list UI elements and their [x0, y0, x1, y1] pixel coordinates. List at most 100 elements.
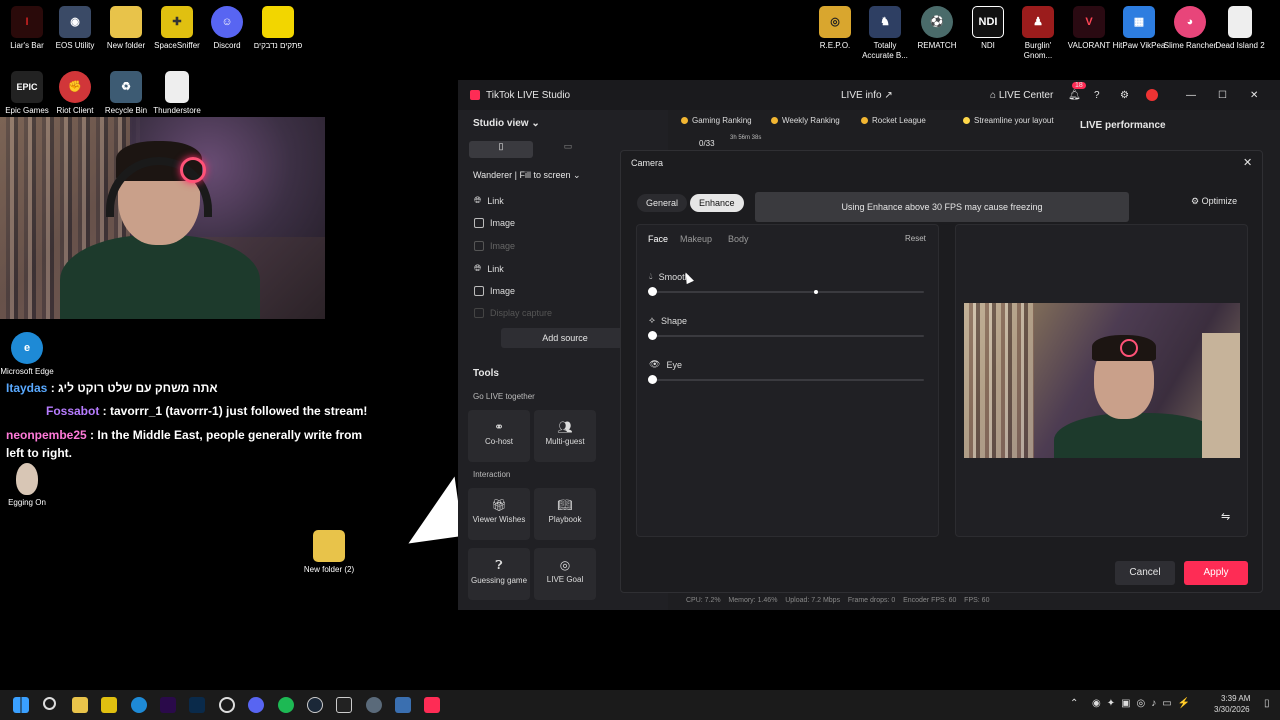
optimize-button[interactable]: ⚙ Optimize	[1191, 196, 1237, 207]
pill-weekly-ranking[interactable]: Weekly Ranking	[764, 112, 847, 128]
desktop-icon-epic-games[interactable]: EPIC Epic Games	[0, 71, 54, 116]
live-center-button[interactable]: ⌂ LIVE Center	[990, 90, 1053, 101]
tool-label: Viewer Wishes	[472, 515, 526, 524]
edge-taskbar-icon[interactable]	[131, 697, 147, 713]
help-icon[interactable]: ?	[1094, 90, 1100, 101]
spotify-icon[interactable]	[278, 697, 294, 713]
bell-icon[interactable]: 🔔︎	[1068, 90, 1081, 101]
shape-slider[interactable]	[648, 331, 924, 340]
desktop-icon-dead-island[interactable]: Dead Island 2	[1213, 6, 1267, 51]
desktop-icon-spacesniffer[interactable]: ✚ SpaceSniffer	[150, 6, 204, 51]
scene-dropdown[interactable]: Wanderer | Fill to screen ⌄	[473, 170, 581, 181]
eye-slider[interactable]	[648, 375, 924, 384]
desktop-icon-riot-client[interactable]: ✊ Riot Client	[48, 71, 102, 116]
trophy-icon	[771, 116, 778, 124]
puzzle-taskbar-icon[interactable]	[101, 697, 117, 713]
vpn-icon[interactable]	[395, 697, 411, 713]
desktop-icon-sticky-notes[interactable]: פתקים נדבקים	[251, 6, 305, 51]
game-icon	[861, 116, 868, 124]
guessing-game-tool[interactable]: ❓︎ Guessing game	[468, 548, 530, 600]
desktop-icon-eos-utility[interactable]: ◉ EOS Utility	[48, 6, 102, 51]
desktop-icon-thunderstore[interactable]: Thunderstore	[150, 71, 204, 116]
obs-icon[interactable]	[219, 697, 235, 713]
shape-slider-knob[interactable]	[648, 331, 657, 340]
windows-start-icon[interactable]	[13, 697, 29, 713]
source-image-hidden[interactable]: Image	[474, 241, 515, 251]
pill-label: Streamline your layout	[974, 115, 1054, 125]
desktop-icon-hitpaw[interactable]: ▦ HitPaw VikPea	[1112, 6, 1166, 51]
desktop-icon-rematch[interactable]: ⚽ REMATCH	[910, 6, 964, 51]
desktop-icon-slime-rancher[interactable]: ◕ Slime Rancher	[1163, 6, 1217, 51]
cancel-button[interactable]: Cancel	[1115, 561, 1175, 585]
search-icon[interactable]	[43, 697, 56, 710]
desktop-icon-edge[interactable]: e Microsoft Edge	[0, 332, 54, 377]
desktop-icon-repo[interactable]: ◎ R.E.P.O.	[808, 6, 862, 51]
dialog-close-icon[interactable]: ✕	[1243, 156, 1252, 169]
landscape-toggle[interactable]: ▭	[536, 141, 600, 158]
account-icon[interactable]	[1146, 89, 1158, 101]
add-source-button[interactable]: Add source	[501, 328, 629, 348]
pill-streamline-layout[interactable]: Streamline your layout	[956, 112, 1061, 128]
tab-general[interactable]: General	[637, 194, 688, 212]
live-goal-tool[interactable]: ◎ LIVE Goal	[534, 548, 596, 600]
apply-button[interactable]: Apply	[1184, 561, 1248, 585]
clock-time[interactable]: 3:39 AM	[1221, 694, 1250, 703]
desktop-icon-label: NDI	[981, 41, 995, 50]
live-center-label: LIVE Center	[998, 89, 1054, 101]
tab-enhance[interactable]: Enhance	[690, 194, 744, 212]
portrait-toggle[interactable]: ▯	[469, 141, 533, 158]
desktop-icon-new-folder[interactable]: New folder	[99, 6, 153, 51]
source-display-capture[interactable]: Display capture	[474, 308, 552, 318]
discord-icon: ☺	[211, 6, 243, 38]
source-image[interactable]: Image	[474, 286, 515, 296]
desktop-icon-recycle-bin[interactable]: ♻ Recycle Bin	[99, 71, 153, 116]
notification-icon[interactable]: ▯	[1264, 698, 1270, 709]
smooth-slider[interactable]	[648, 287, 924, 296]
liars-bar-icon: I	[11, 6, 43, 38]
live-info-button[interactable]: LIVE info ↗	[841, 90, 893, 101]
viewer-wishes-tool[interactable]: 🎁︎ Viewer Wishes	[468, 488, 530, 540]
eye-slider-knob[interactable]	[648, 375, 657, 384]
discord-taskbar-icon[interactable]	[248, 697, 264, 713]
desktop-icon-new-folder-2[interactable]: New folder (2)	[302, 530, 356, 575]
tiktok-taskbar-icon[interactable]	[424, 697, 440, 713]
file-explorer-icon[interactable]	[72, 697, 88, 713]
smooth-slider-knob[interactable]	[648, 287, 657, 296]
steam-icon[interactable]	[307, 697, 323, 713]
desktop-icon-label: VALORANT	[1067, 41, 1111, 50]
trophy-icon	[681, 116, 688, 124]
multiguest-tool[interactable]: 👥︎ Multi-guest	[534, 410, 596, 462]
studio-view-dropdown[interactable]: Studio view ⌄	[473, 118, 540, 129]
tray-chevron-icon[interactable]: ⌃	[1070, 698, 1078, 709]
settings-taskbar-icon[interactable]	[366, 697, 382, 713]
source-image[interactable]: Image	[474, 218, 515, 228]
desktop-icon-discord[interactable]: ☺ Discord	[200, 6, 254, 51]
playbook-tool[interactable]: 📖︎ Playbook	[534, 488, 596, 540]
clock-date[interactable]: 3/30/2026	[1214, 705, 1250, 714]
fps-warning-toast: Using Enhance above 30 FPS may cause fre…	[755, 192, 1129, 222]
desktop-icon-burglin[interactable]: ♟ Burglin' Gnom...	[1011, 6, 1065, 61]
close-button[interactable]: ✕	[1250, 90, 1258, 101]
cohost-tool[interactable]: ⚭ Co-host	[468, 410, 530, 462]
pill-gaming-ranking[interactable]: Gaming Ranking	[674, 112, 759, 128]
desktop-icon-egging-on[interactable]: Egging On	[0, 463, 54, 508]
desktop-icon-valorant[interactable]: V VALORANT	[1062, 6, 1116, 51]
minimize-button[interactable]: —	[1186, 90, 1196, 101]
reset-button[interactable]: Reset	[905, 234, 926, 243]
maximize-button[interactable]: ☐	[1218, 90, 1227, 101]
photoshop-icon[interactable]	[189, 697, 205, 713]
subtab-makeup[interactable]: Makeup	[680, 234, 712, 244]
desktop-icon-liars-bar[interactable]: I Liar's Bar	[0, 6, 54, 51]
subtab-face[interactable]: Face	[648, 234, 668, 244]
pill-rocket-league[interactable]: Rocket League	[854, 112, 933, 128]
subtab-body[interactable]: Body	[728, 234, 749, 244]
premiere-icon[interactable]	[160, 697, 176, 713]
tray-icons[interactable]: ◉✦▣◎♪▭⚡	[1092, 698, 1196, 709]
source-link[interactable]: 🌐︎ Link	[474, 263, 504, 274]
source-link[interactable]: 🌐︎ Link	[474, 195, 504, 206]
mirror-icon[interactable]: ⇋	[1221, 510, 1230, 523]
epic-taskbar-icon[interactable]	[336, 697, 352, 713]
settings-icon[interactable]: ⚙	[1120, 90, 1129, 101]
desktop-icon-tabs[interactable]: ♞ Totally Accurate B...	[858, 6, 912, 61]
desktop-icon-ndi[interactable]: NDI NDI	[961, 6, 1015, 51]
